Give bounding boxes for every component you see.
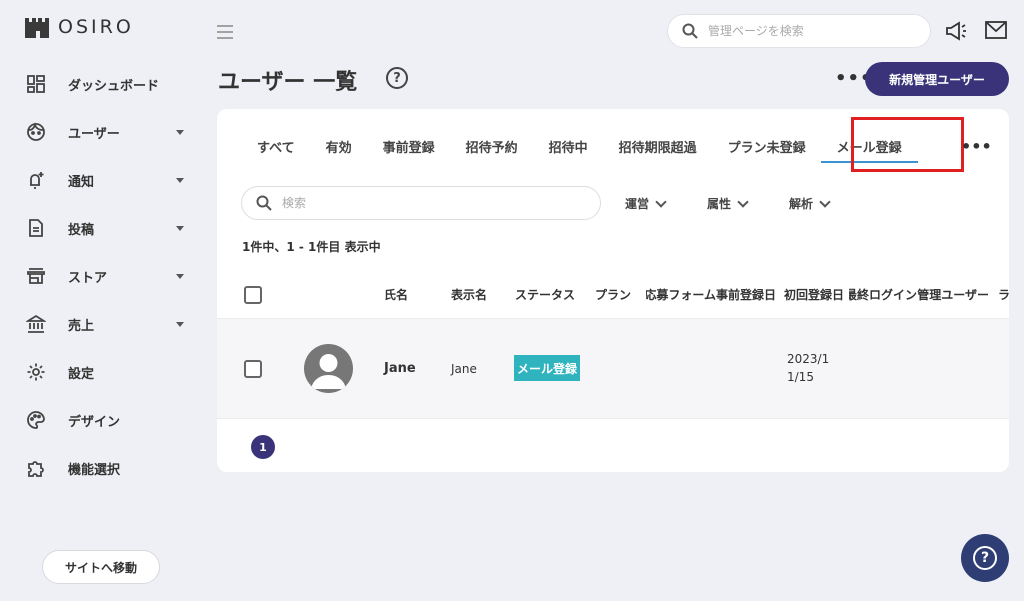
column-header-more[interactable]: ラ — [998, 286, 1009, 303]
sidebar-item-label: 機能選択 — [68, 462, 121, 478]
tab-invite-scheduled[interactable]: 招待予約 — [466, 137, 518, 156]
filter-analysis-dropdown[interactable]: 解析 — [789, 195, 831, 212]
page-title: ユーザー 一覧 — [218, 70, 358, 95]
tab-invite-expired[interactable]: 招待期限超過 — [619, 137, 697, 156]
user-silhouette-icon — [311, 354, 346, 389]
caret-down-icon — [176, 177, 184, 183]
user-list-card: すべて 有効 事前登録 招待予約 招待中 招待期限超過 プラン未登録 メール登録… — [217, 109, 1009, 472]
column-header-application-form[interactable]: 応募フォーム — [646, 286, 716, 303]
select-all-checkbox[interactable] — [244, 286, 262, 304]
gear-icon — [24, 360, 48, 384]
highlight-box — [851, 117, 964, 172]
chevron-down-icon — [819, 195, 831, 208]
filter-attribute-dropdown[interactable]: 属性 — [707, 195, 749, 212]
sidebar-item-features[interactable]: 機能選択 — [24, 444, 194, 492]
sidebar-item-settings[interactable]: 設定 — [24, 348, 194, 396]
first-registration-date-line2: 1/15 — [787, 370, 814, 384]
filter-label: 解析 — [789, 197, 814, 211]
more-tabs-icon[interactable]: ••• — [961, 137, 992, 156]
sidebar-item-users[interactable]: ユーザー — [24, 108, 194, 156]
first-registration-date-line1: 2023/1 — [787, 352, 830, 366]
chevron-down-icon — [737, 195, 749, 208]
column-header-first-registration-date[interactable]: 初回登録日 — [784, 286, 850, 303]
user-search-box[interactable] — [241, 186, 601, 220]
dashboard-icon — [24, 72, 48, 96]
caret-down-icon — [176, 321, 184, 327]
help-icon: ? — [973, 546, 997, 570]
sidebar-item-label: 通知 — [68, 174, 95, 190]
sidebar-item-label: 設定 — [68, 366, 95, 382]
user-display-name: Jane — [451, 362, 477, 376]
search-icon — [256, 195, 272, 211]
megaphone-icon[interactable] — [944, 20, 968, 46]
store-icon — [24, 264, 48, 288]
user-face-icon — [24, 120, 48, 144]
table-header: 氏名 表示名 ステータス プラン 応募フォーム 事前登録日 初回登録日 最終ログ… — [217, 271, 1009, 319]
sidebar-nav: ダッシュボード ユーザー 通知 投稿 ストア 売上 設定 デザイン 機能選択 — [24, 60, 194, 492]
status-tabs: すべて 有効 事前登録 招待予約 招待中 招待期限超過 プラン未登録 メール登録 — [257, 137, 936, 163]
new-admin-user-button[interactable]: 新規管理ユーザー — [865, 62, 1009, 96]
menu-toggle-icon[interactable] — [216, 24, 234, 43]
avatar — [304, 344, 353, 393]
tab-no-plan[interactable]: プラン未登録 — [728, 137, 806, 156]
sidebar-item-dashboard[interactable]: ダッシュボード — [24, 60, 194, 108]
sidebar-item-design[interactable]: デザイン — [24, 396, 194, 444]
sidebar-item-label: デザイン — [68, 414, 121, 430]
puzzle-icon — [24, 456, 48, 480]
row-checkbox[interactable] — [244, 360, 262, 378]
mail-icon[interactable] — [985, 21, 1007, 43]
tab-active[interactable]: 有効 — [326, 137, 352, 156]
column-header-status[interactable]: ステータス — [515, 286, 575, 303]
document-icon — [24, 216, 48, 240]
admin-search-input[interactable] — [708, 24, 908, 38]
caret-down-icon — [176, 129, 184, 135]
sidebar-item-label: ユーザー — [68, 126, 120, 142]
palette-icon — [24, 408, 48, 432]
user-search-input[interactable] — [282, 196, 482, 210]
help-icon[interactable]: ? — [386, 67, 408, 89]
chevron-down-icon — [655, 195, 667, 208]
column-header-pre-registration-date[interactable]: 事前登録日 — [716, 286, 782, 303]
filter-label: 属性 — [707, 197, 732, 211]
caret-down-icon — [176, 225, 184, 231]
tab-pre-registered[interactable]: 事前登録 — [383, 137, 435, 156]
sidebar-item-label: 売上 — [68, 318, 95, 334]
column-header-display-name[interactable]: 表示名 — [451, 286, 487, 303]
column-header-last-login[interactable]: 最終ログイン — [849, 286, 917, 303]
sidebar-item-label: ダッシュボード — [68, 78, 160, 94]
castle-icon — [25, 18, 49, 38]
column-header-name[interactable]: 氏名 — [384, 286, 408, 303]
sidebar-item-sales[interactable]: 売上 — [24, 300, 194, 348]
bell-plus-icon — [24, 168, 48, 192]
result-count: 1件中、1 - 1件目 表示中 — [242, 240, 381, 254]
sidebar-item-notifications[interactable]: 通知 — [24, 156, 194, 204]
sidebar-item-label: 投稿 — [68, 222, 95, 238]
pagination-page-current[interactable]: 1 — [251, 435, 275, 459]
tab-all[interactable]: すべて — [257, 137, 295, 156]
sidebar-item-store[interactable]: ストア — [24, 252, 194, 300]
brand-logo[interactable]: OSIRO — [24, 16, 134, 38]
user-name[interactable]: Jane — [384, 361, 416, 376]
filter-label: 運営 — [625, 197, 650, 211]
column-header-admin-user[interactable]: 管理ユーザー — [917, 286, 989, 303]
bank-icon — [24, 312, 48, 336]
sidebar-item-label: ストア — [68, 270, 108, 286]
floating-help-button[interactable]: ? — [961, 534, 1009, 582]
table-row[interactable]: Jane Jane メール登録 2023/1 1/15 — [217, 319, 1009, 419]
go-to-site-button[interactable]: サイトへ移動 — [42, 550, 160, 584]
search-icon — [682, 23, 698, 39]
brand-name: OSIRO — [58, 16, 134, 38]
tab-inviting[interactable]: 招待中 — [549, 137, 588, 156]
admin-search-box[interactable] — [667, 14, 931, 48]
status-badge: メール登録 — [514, 355, 580, 381]
filter-operation-dropdown[interactable]: 運営 — [625, 195, 667, 212]
column-header-plan[interactable]: プラン — [595, 286, 635, 303]
sidebar-item-posts[interactable]: 投稿 — [24, 204, 194, 252]
caret-down-icon — [176, 273, 184, 279]
